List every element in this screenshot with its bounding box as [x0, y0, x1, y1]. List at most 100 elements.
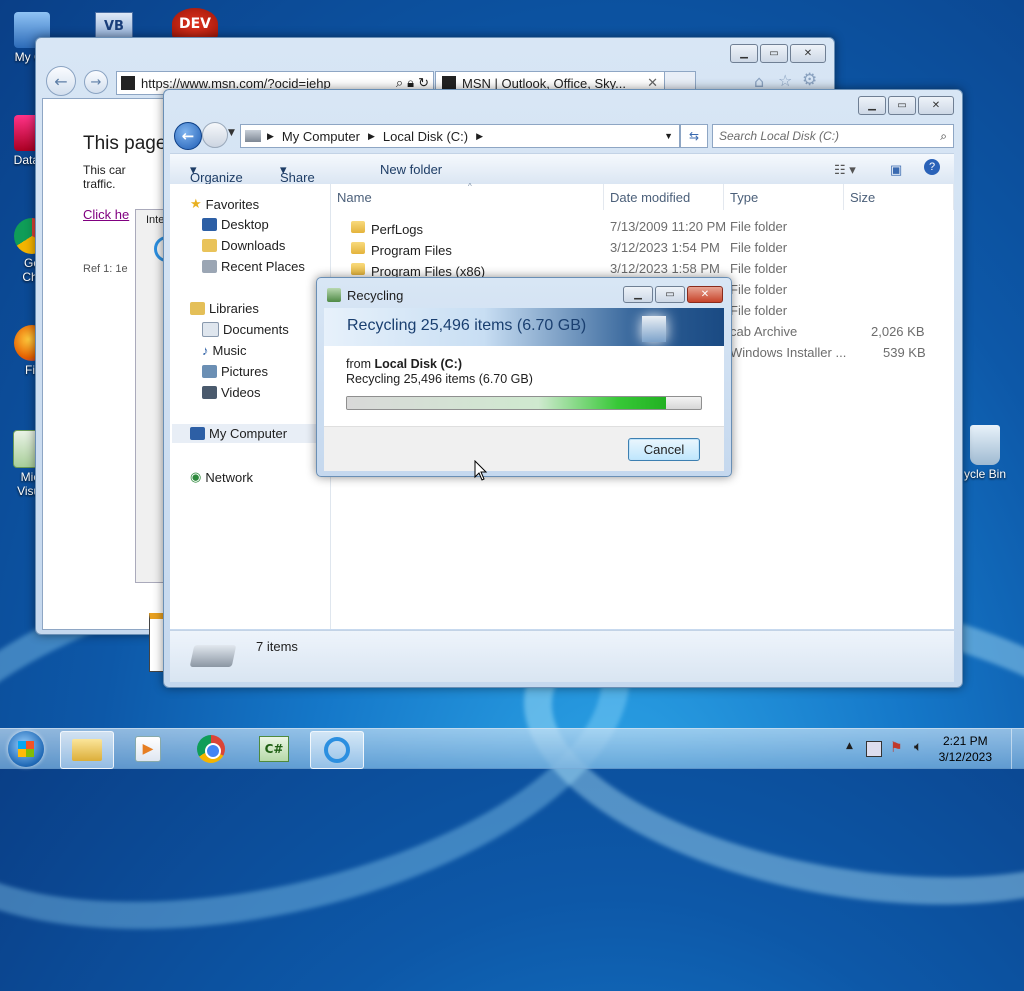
dialog-footer: Cancel: [324, 426, 724, 471]
documents-icon: [202, 322, 219, 337]
column-header-type[interactable]: Type: [724, 184, 844, 210]
chrome-icon: [197, 735, 225, 763]
share-with-button[interactable]: Share with ▾: [280, 162, 315, 200]
show-desktop-button[interactable]: [1011, 729, 1024, 769]
network-tray-icon[interactable]: [866, 741, 882, 757]
navigation-pane: ★ Favorites Desktop Downloads Recent Plac…: [170, 184, 340, 629]
back-button[interactable]: ←: [46, 66, 76, 96]
star-icon: ★: [190, 196, 202, 211]
nav-downloads[interactable]: Downloads: [202, 238, 285, 253]
page-link[interactable]: Click he: [83, 207, 129, 222]
nav-desktop[interactable]: Desktop: [202, 217, 269, 232]
nav-music[interactable]: ♪ Music: [202, 343, 246, 358]
nav-network[interactable]: ◉ Network: [190, 469, 253, 485]
maximize-button[interactable]: ▭: [760, 44, 788, 63]
nav-libraries[interactable]: Libraries: [190, 301, 259, 316]
taskbar-ie[interactable]: [310, 731, 364, 769]
maximize-button[interactable]: ▭: [888, 96, 916, 115]
clock-time: 2:21 PM: [942, 734, 988, 748]
dialog-title: Recycling: [347, 288, 404, 303]
tray-chevron-icon[interactable]: ▲: [846, 741, 853, 751]
page-ref-text: Ref 1: 1e: [83, 263, 128, 275]
breadcrumb-my-computer[interactable]: My Computer: [282, 129, 360, 144]
status-bar: 7 items: [170, 630, 954, 682]
downloads-folder-icon: [202, 239, 217, 252]
column-header-size[interactable]: Size: [844, 184, 954, 210]
volume-icon[interactable]: 🔈︎: [914, 739, 922, 755]
chevron-right-icon[interactable]: ▶: [368, 131, 375, 142]
search-icon[interactable]: ⌕: [940, 129, 947, 144]
action-center-icon[interactable]: ⚑: [890, 740, 903, 756]
desktop-icon: [202, 218, 217, 231]
explorer-toolbar: Organize ▾ Share with ▾ New folder ☷ ▾ ▣…: [170, 153, 954, 200]
minimize-button[interactable]: ▁: [858, 96, 886, 115]
recent-pages-dropdown[interactable]: ▼: [228, 128, 235, 138]
forward-button[interactable]: [202, 122, 228, 148]
refresh-icon: ⇆: [688, 129, 700, 143]
dialog-caption-buttons: ▁ ▭ ✕: [623, 286, 723, 303]
chevron-right-icon[interactable]: ▶: [476, 131, 483, 142]
back-button[interactable]: ←: [174, 122, 202, 150]
taskbar-csharp[interactable]: C#: [248, 731, 300, 767]
refresh-button[interactable]: ⇆: [680, 124, 708, 148]
cancel-button[interactable]: Cancel: [628, 438, 700, 461]
table-row[interactable]: PerfLogs 7/13/2009 11:20 PM File folder: [331, 216, 954, 237]
search-placeholder: Search Local Disk (C:): [719, 129, 840, 143]
nav-pictures[interactable]: Pictures: [202, 364, 268, 379]
minimize-button[interactable]: ▁: [730, 44, 758, 63]
recycling-detail: Recycling 25,496 items (6.70 GB): [346, 372, 533, 386]
ie-caption-buttons: ▁ ▭ ✕: [730, 44, 826, 63]
favorites-icon[interactable]: ☆: [778, 71, 792, 90]
breadcrumb-local-disk[interactable]: Local Disk (C:): [383, 129, 468, 144]
vb-icon-label: VB: [104, 18, 124, 34]
nav-documents[interactable]: Documents: [202, 322, 289, 337]
gear-icon[interactable]: ⚙: [802, 70, 817, 90]
page-body-text: This car traffic.: [83, 163, 126, 191]
nav-my-computer[interactable]: My Computer: [172, 424, 340, 443]
minimize-button[interactable]: ▁: [623, 286, 653, 303]
close-button[interactable]: ✕: [687, 286, 723, 303]
taskbar-clock[interactable]: 2:21 PM 3/12/2023: [939, 733, 992, 765]
banner-text: Recycling 25,496 items (6.70 GB): [347, 317, 587, 334]
maximize-button[interactable]: ▭: [655, 286, 685, 303]
ie-icon: [324, 737, 350, 763]
dialog-body: from Local Disk (C:) Recycling 25,496 it…: [324, 346, 724, 426]
address-dropdown-icon[interactable]: ▼: [664, 131, 673, 141]
search-input[interactable]: Search Local Disk (C:) ⌕: [712, 124, 954, 148]
music-icon: ♪: [202, 343, 209, 358]
table-row[interactable]: Program Files 3/12/2023 1:54 PM File fol…: [331, 237, 954, 258]
close-button[interactable]: ✕: [918, 96, 954, 115]
recycling-dialog[interactable]: Recycling ▁ ▭ ✕ Recycling 25,496 items (…: [316, 277, 732, 477]
folder-icon: [72, 739, 102, 761]
start-button[interactable]: [8, 731, 44, 767]
taskbar-chrome[interactable]: [185, 731, 237, 767]
table-row[interactable]: Program Files (x86) 3/12/2023 1:58 PM Fi…: [331, 258, 954, 279]
new-folder-button[interactable]: New folder: [380, 162, 442, 177]
drive-large-icon: [189, 645, 237, 667]
progress-bar: [346, 396, 702, 410]
pictures-icon: [202, 365, 217, 378]
videos-icon: [202, 386, 217, 399]
organize-button[interactable]: Organize ▾: [190, 162, 243, 185]
drive-icon: [245, 130, 261, 142]
nav-recent-places[interactable]: Recent Places: [202, 259, 305, 274]
nav-favorites[interactable]: ★ Favorites: [190, 196, 259, 212]
preview-pane-icon[interactable]: ▣: [890, 162, 902, 178]
desktop-icon-dev[interactable]: DEV: [172, 8, 218, 40]
view-options-icon[interactable]: ☷ ▾: [834, 162, 856, 178]
forward-button[interactable]: →: [84, 70, 108, 94]
help-icon[interactable]: ?: [924, 159, 940, 175]
column-header-date[interactable]: Date modified: [604, 184, 724, 210]
taskbar-media-player[interactable]: ▶: [122, 731, 174, 767]
computer-icon: [190, 427, 205, 440]
explorer-address-bar[interactable]: ▶ My Computer ▶ Local Disk (C:) ▶ ▼: [240, 124, 680, 148]
windows-logo-icon: [18, 741, 34, 757]
msn-favicon-icon: [442, 76, 456, 90]
csharp-icon: C#: [259, 736, 289, 762]
sort-arrow-icon: ^: [468, 182, 472, 191]
chevron-right-icon[interactable]: ▶: [267, 131, 274, 142]
desktop-icon-vb[interactable]: VB: [95, 12, 133, 40]
taskbar-explorer[interactable]: [60, 731, 114, 769]
close-button[interactable]: ✕: [790, 44, 826, 63]
nav-videos[interactable]: Videos: [202, 385, 261, 400]
